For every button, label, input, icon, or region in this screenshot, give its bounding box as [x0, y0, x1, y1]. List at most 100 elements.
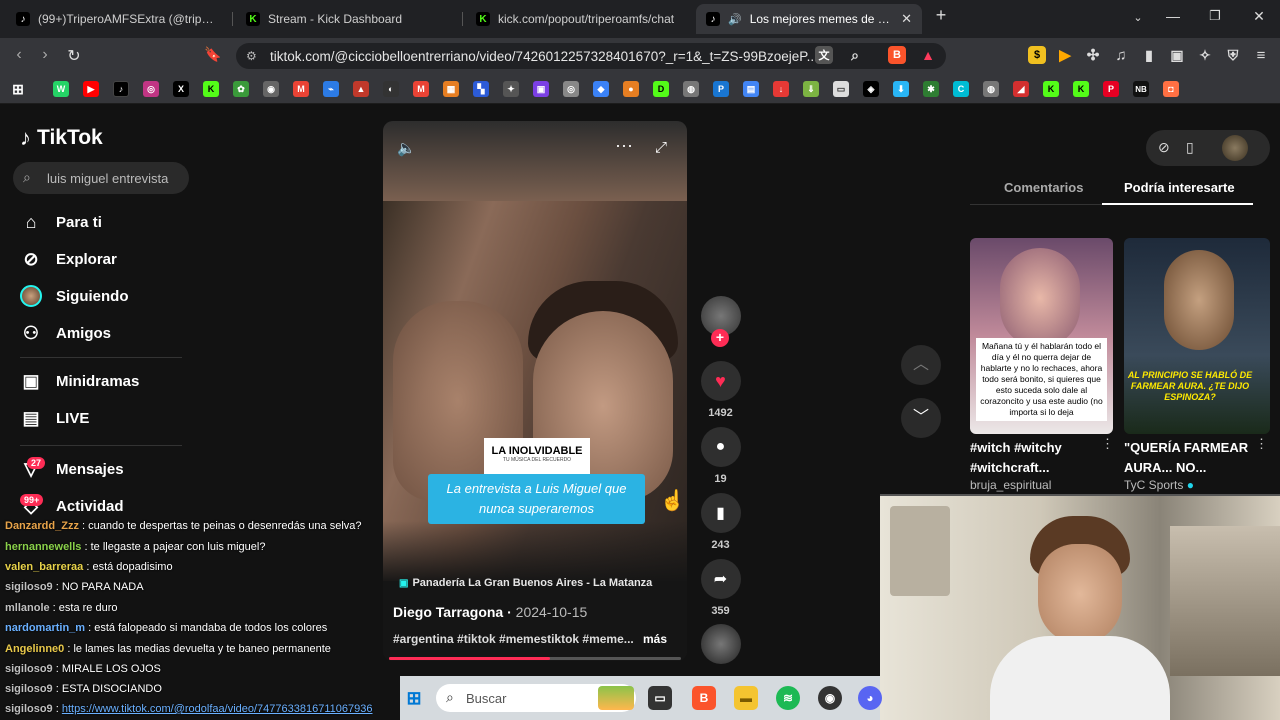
site-settings-icon[interactable]: ⚙ — [246, 49, 257, 63]
comment-button[interactable]: ● 19 — [700, 427, 741, 485]
volume-icon[interactable]: 🔈 — [397, 139, 416, 157]
chat-text[interactable]: https://www.tiktok.com/@rodolfaa/video/7… — [62, 703, 373, 715]
card-author[interactable]: bruja_espiritual — [970, 478, 1051, 492]
bookmark-gmail-icon[interactable]: M — [293, 81, 309, 97]
bookmark-icon[interactable]: ◉ — [263, 81, 279, 97]
tab-comentarios[interactable]: Comentarios — [1004, 180, 1083, 195]
zoom-icon[interactable]: ⌕ — [846, 46, 864, 64]
bookmark-x-icon[interactable]: X — [173, 81, 189, 97]
coin-icon[interactable]: ⊘ — [1158, 139, 1170, 156]
chat-username[interactable]: sigiloso9 — [5, 663, 53, 675]
previous-video-button[interactable]: ︿ — [901, 345, 941, 385]
brave-rewards-icon[interactable]: ▲ — [919, 46, 937, 64]
bookmark-icon[interactable]: ▦ — [443, 81, 459, 97]
bookmark-kick-icon[interactable]: K — [203, 81, 219, 97]
bookmark-icon[interactable]: D — [653, 81, 669, 97]
bookmark-icon[interactable]: ⬇ — [893, 81, 909, 97]
extensions-puzzle-icon[interactable]: ✣ — [1084, 46, 1102, 64]
chat-username[interactable]: Angelinne0 — [5, 643, 64, 655]
chat-username[interactable]: sigiloso9 — [5, 683, 53, 695]
media-icon[interactable]: ♫ — [1112, 46, 1130, 64]
chat-username[interactable]: Danzardd_Zzz — [5, 520, 79, 532]
bookmark-kick-icon[interactable]: K — [1043, 81, 1059, 97]
nav-item-explorar[interactable]: ⊘ Explorar — [20, 244, 116, 274]
bookmark-tiktok-icon[interactable]: ♪ — [113, 81, 129, 97]
tab-podria-interesarte[interactable]: Podría interesarte — [1124, 180, 1235, 195]
url-bar[interactable]: ⚙ tiktok.com/@cicciobelloentrerriano/vid… — [236, 43, 946, 69]
windows-start-icon[interactable]: ⊞ — [402, 686, 426, 710]
card-more-icon[interactable]: ⋮ — [1101, 436, 1114, 452]
chat-username[interactable]: mllanole — [5, 602, 50, 614]
obs-icon[interactable]: ◉ — [818, 686, 842, 710]
save-button[interactable]: ▮ 243 — [700, 493, 741, 551]
bookmark-icon[interactable]: C — [953, 81, 969, 97]
minimize-button[interactable]: — — [1163, 8, 1183, 24]
device-icon[interactable]: ▯ — [1186, 139, 1194, 156]
card-more-icon[interactable]: ⋮ — [1255, 436, 1268, 452]
nav-item-minidramas[interactable]: ▣ Minidramas — [20, 366, 139, 396]
play-extension-icon[interactable]: ▶ — [1056, 46, 1074, 64]
bookmark-icon[interactable]: ◘ — [1163, 81, 1179, 97]
next-video-button[interactable]: ﹀ — [901, 398, 941, 438]
bookmark-icon[interactable]: ✿ — [233, 81, 249, 97]
chat-username[interactable]: sigiloso9 — [5, 703, 53, 715]
sidebar-icon[interactable]: ▮ — [1140, 46, 1158, 64]
close-window-button[interactable]: ✕ — [1249, 8, 1269, 25]
like-button[interactable]: ♥ 1492 — [700, 361, 741, 419]
fullscreen-icon[interactable]: ⤢ — [655, 139, 667, 156]
new-tab-button[interactable]: + — [931, 5, 951, 26]
nav-item-live[interactable]: ▤ LIVE — [20, 403, 89, 433]
bookmark-globe-icon[interactable]: ◍ — [683, 81, 699, 97]
nav-item-amigos[interactable]: ⚇ Amigos — [20, 318, 111, 348]
bookmark-icon[interactable]: ✱ — [923, 81, 939, 97]
chat-username[interactable]: nardomartin_m — [5, 622, 85, 634]
card-title[interactable]: #witch #witchy #witchcraft... — [970, 438, 1100, 478]
vpn-icon[interactable]: ⛨ — [1224, 46, 1242, 64]
bookmark-icon[interactable]: ⌁ — [323, 81, 339, 97]
card-author[interactable]: TyC Sports ● — [1124, 478, 1194, 492]
bookmark-gmail-icon[interactable]: M — [413, 81, 429, 97]
bookmark-icon[interactable]: P — [713, 81, 729, 97]
back-button[interactable]: ‹ — [9, 46, 29, 64]
tab-search-icon[interactable]: ⌄ — [1128, 11, 1148, 24]
bookmark-icon[interactable]: ◈ — [863, 81, 879, 97]
brave-shields-icon[interactable]: B — [888, 46, 906, 64]
music-disc[interactable] — [700, 624, 741, 664]
bookmark-icon[interactable]: ▣ — [533, 81, 549, 97]
bookmark-icon[interactable]: ◆ — [593, 81, 609, 97]
leo-ai-icon[interactable]: ✧ — [1196, 46, 1214, 64]
bookmark-icon[interactable]: ✦ — [503, 81, 519, 97]
video-author[interactable]: Diego Tarragona · 2024-10-15 — [393, 604, 587, 620]
tab-tiktok-profile[interactable]: ♪ (99+)TriperoAMFSExtra (@triperoamfs) — [6, 4, 228, 34]
card-title[interactable]: "QUERÍA FARMEAR AURA... NO... — [1124, 438, 1254, 478]
apps-grid-icon[interactable]: ⊞ — [10, 81, 26, 97]
bookmark-pinterest-icon[interactable]: P — [1103, 81, 1119, 97]
extension-icon[interactable]: $ — [1028, 46, 1046, 64]
taskbar-search[interactable]: ⌕ Buscar — [436, 684, 636, 712]
brave-taskbar-icon[interactable]: B — [692, 686, 716, 710]
search-input[interactable]: ⌕ luis miguel entrevista — [13, 162, 189, 194]
bookmark-icon[interactable]: ◢ — [1013, 81, 1029, 97]
suggested-video-card[interactable]: Mañana tú y él hablarán todo el día y él… — [970, 238, 1113, 434]
spotify-icon[interactable]: ≋ — [776, 686, 800, 710]
bookmark-download-icon[interactable]: ⇓ — [803, 81, 819, 97]
bookmark-kick-icon[interactable]: K — [1073, 81, 1089, 97]
tab-tiktok-video[interactable]: ♪ 🔊 Los mejores memes de Luis Miguel ✕ — [696, 4, 922, 34]
bookmark-icon[interactable]: ▚ — [473, 81, 489, 97]
tab-kick-dashboard[interactable]: K Stream - Kick Dashboard — [236, 4, 458, 34]
more-link[interactable]: más — [643, 632, 667, 646]
discord-icon[interactable]: ◕ — [858, 686, 882, 710]
chat-username[interactable]: valen_barreraa — [5, 561, 83, 573]
follow-plus-icon[interactable]: + — [711, 329, 729, 347]
nav-item-siguiendo[interactable]: Siguiendo — [20, 281, 129, 311]
more-options-icon[interactable]: ··· — [615, 135, 633, 156]
bookmark-instagram-icon[interactable]: ◎ — [143, 81, 159, 97]
wallet-icon[interactable]: ▣ — [1168, 46, 1186, 64]
reload-button[interactable]: ↻ — [64, 46, 84, 66]
task-view-icon[interactable]: ▭ — [648, 686, 672, 710]
file-explorer-icon[interactable]: ▬ — [734, 686, 758, 710]
translate-icon[interactable]: 文 — [815, 46, 833, 64]
bookmark-download-icon[interactable]: ↓ — [773, 81, 789, 97]
creator-avatar[interactable]: + — [700, 296, 741, 347]
maximize-button[interactable]: ❐ — [1205, 8, 1225, 24]
